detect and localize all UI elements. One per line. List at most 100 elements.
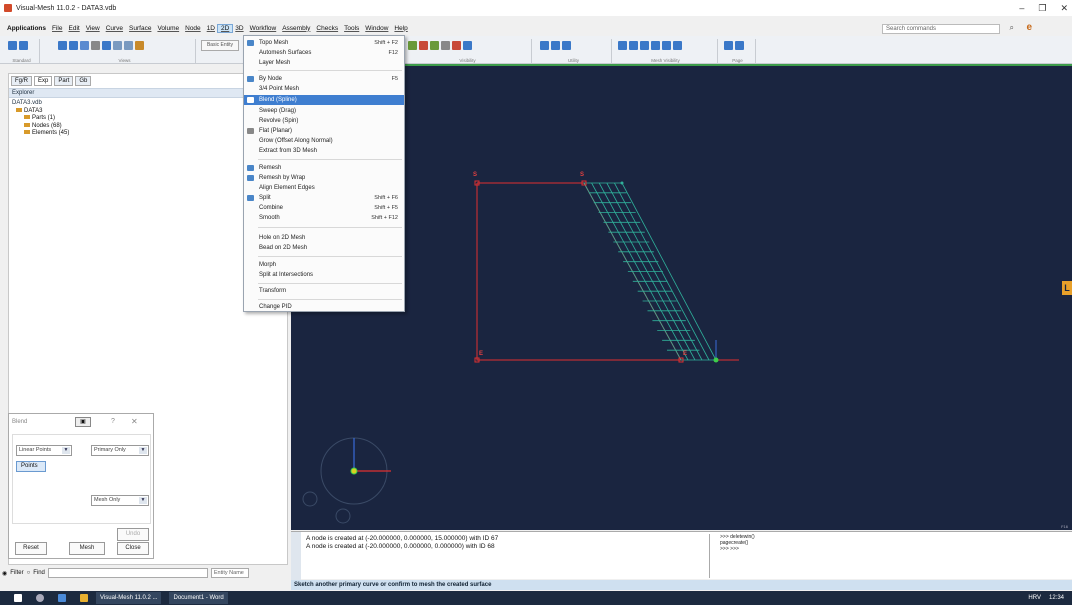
menu-node[interactable]: Node [182,25,204,32]
menu-item-transform[interactable]: Transform [244,286,404,296]
menu-item-flat-planar[interactable]: Flat (Planar) [244,126,404,136]
menu-2d[interactable]: 2D [216,23,234,33]
menu-help[interactable]: Help [391,25,410,32]
points-button[interactable]: Points [16,461,46,472]
taskbar-app-visual-mesh[interactable]: Visual-Mesh 11.0.2 ... [96,592,162,604]
save-icon[interactable] [19,41,28,50]
menu-item-blend-spline[interactable]: Blend (Spline) [244,95,404,105]
language-indicator[interactable]: HRV [1028,595,1041,601]
search-commands-input[interactable]: Search commands [882,24,1000,34]
menu-item-layer-mesh[interactable]: Layer Mesh [244,58,404,68]
menu-item-sweep-drag[interactable]: Sweep (Drag) [244,106,404,116]
file-explorer-icon[interactable] [80,594,88,602]
menu-item-hole-2d[interactable]: Hole on 2D Mesh [244,233,404,243]
menu-checks[interactable]: Checks [313,25,341,32]
mesh-button[interactable]: Mesh [69,542,105,555]
mesh-only-select[interactable]: Mesh Only ▼ [91,495,149,506]
tab-part[interactable]: Part [54,76,74,86]
grid-icon[interactable] [551,41,560,50]
minimize-button[interactable]: – [1019,3,1024,13]
menu-item-split[interactable]: Split Shift + F6 [244,193,404,203]
pin-icon[interactable]: ▣ [75,417,91,427]
clock[interactable]: 12:34 [1049,595,1064,601]
menu-item-remesh-wrap[interactable]: Remesh by Wrap [244,173,404,183]
view-axis-icon[interactable] [102,41,111,50]
menu-item-grow[interactable]: Grow (Offset Along Normal) [244,136,404,146]
mesh-node[interactable] [620,181,624,185]
menu-item-3-4-point-mesh[interactable]: 3/4 Point Mesh [244,84,404,94]
render-icon[interactable] [135,41,144,50]
command-history[interactable]: >>> deletewin() pagecreate() >>> >>> [709,534,843,578]
menu-workflow[interactable]: Workflow [247,25,280,32]
basic-entity-selector[interactable]: Basic Entity [201,40,239,51]
menu-item-revolve-spin[interactable]: Revolve (Spin) [244,116,404,126]
view-iso-icon[interactable] [69,41,78,50]
menu-item-automesh-surfaces[interactable]: Automesh Surfaces F12 [244,48,404,58]
entity-name-select[interactable]: Entity Name [210,568,249,578]
view-cube-icon[interactable] [58,41,67,50]
menu-applications[interactable]: Applications [4,25,49,32]
taskbar-app-word[interactable]: Document1 - Word [169,592,228,604]
tab-fgr[interactable]: Fg/R [11,76,33,86]
close-window-button[interactable]: ✕ [1060,3,1068,14]
mesh-vis-3-icon[interactable] [640,41,649,50]
menu-item-combine[interactable]: Combine Shift + F5 [244,203,404,213]
menu-1d[interactable]: 1D [204,25,218,32]
utility-icon[interactable] [540,41,549,50]
undo-button[interactable]: Undo [117,528,149,541]
menu-3d[interactable]: 3D [232,25,246,32]
blend-mode-select[interactable]: Linear Points ▼ [16,445,72,456]
primary-select[interactable]: Primary Only ▼ [91,445,149,456]
zoom-icon[interactable] [124,41,133,50]
reset-button[interactable]: Reset [15,542,47,555]
menu-item-bead-2d[interactable]: Bead on 2D Mesh [244,243,404,253]
visibility-filter-icon[interactable] [441,41,450,50]
menu-item-morph[interactable]: Morph [244,260,404,270]
edge-browser-icon[interactable] [58,594,66,602]
generated-mesh[interactable] [583,182,717,361]
search-icon[interactable]: ⌕ [1010,23,1014,33]
menu-file[interactable]: File [49,25,65,32]
hide-icon[interactable] [419,41,428,50]
menu-edit[interactable]: Edit [66,25,83,32]
side-panel-toggle[interactable]: L [1062,281,1072,295]
close-button[interactable]: Close [117,542,149,555]
show-icon[interactable] [408,41,417,50]
new-file-icon[interactable] [8,41,17,50]
mesh-vis-6-icon[interactable] [673,41,682,50]
menu-view[interactable]: View [83,25,103,32]
menu-item-align-edges[interactable]: Align Element Edges [244,183,404,193]
triad-control-icon[interactable] [302,491,318,507]
table-icon[interactable] [562,41,571,50]
reverse-icon[interactable] [463,41,472,50]
triad-control-icon[interactable] [335,508,351,524]
filter-radio[interactable]: ◉ [2,570,7,577]
menu-volume[interactable]: Volume [154,25,182,32]
mesh-vis-5-icon[interactable] [662,41,671,50]
find-radio[interactable]: ○ [27,570,31,576]
page-next-icon[interactable] [735,41,744,50]
mesh-vis-4-icon[interactable] [651,41,660,50]
mesh-vis-1-icon[interactable] [618,41,627,50]
menu-window[interactable]: Window [362,25,391,32]
menu-item-change-pid[interactable]: Change PID [244,302,404,312]
windows-start-icon[interactable] [14,594,22,602]
menu-surface[interactable]: Surface [126,25,154,32]
close-icon[interactable]: ✕ [131,417,138,426]
menu-assembly[interactable]: Assembly [279,25,313,32]
maximize-button[interactable]: ❐ [1038,3,1046,14]
show-all-icon[interactable] [452,41,461,50]
menu-item-remesh[interactable]: Remesh [244,163,404,173]
page-prev-icon[interactable] [724,41,733,50]
menu-curve[interactable]: Curve [103,25,126,32]
menu-tools[interactable]: Tools [341,25,362,32]
menu-item-smooth[interactable]: Smooth Shift + F12 [244,213,404,223]
menu-item-topo-mesh[interactable]: Topo Mesh Shift + F2 [244,38,404,48]
isolate-icon[interactable] [430,41,439,50]
pan-icon[interactable] [113,41,122,50]
help-icon[interactable]: ? [111,418,115,425]
view-wire-icon[interactable] [91,41,100,50]
filter-input[interactable] [47,568,208,578]
mesh-vis-2-icon[interactable] [629,41,638,50]
menu-item-extract-3d[interactable]: Extract from 3D Mesh [244,146,404,156]
